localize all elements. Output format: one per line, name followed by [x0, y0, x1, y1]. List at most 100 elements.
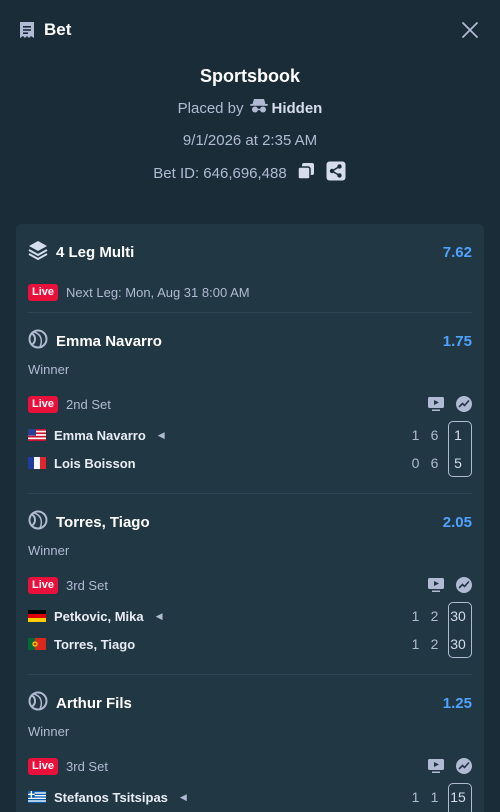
- leg-market: Winner: [28, 724, 70, 739]
- header-title-wrap: Bet: [18, 20, 71, 40]
- leg: Torres, Tiago 2.05 Winner Live 3rd Set P…: [28, 494, 472, 675]
- player-info: Emma Navarro ◀: [28, 428, 165, 443]
- player-info: Torres, Tiago: [28, 637, 135, 652]
- placed-by-row: Placed by Hidden: [0, 94, 500, 122]
- multi-label: 4 Leg Multi: [56, 243, 135, 261]
- layers-icon: [28, 240, 48, 265]
- player-row: Torres, Tiago 1 2 30: [28, 630, 472, 658]
- player-info: Stefanos Tsitsipas ◀: [28, 790, 187, 805]
- multi-header: 4 Leg Multi 7.62: [28, 224, 472, 280]
- leg-actions: [428, 758, 472, 774]
- stats-icon[interactable]: [456, 396, 472, 412]
- bet-slip-icon: [18, 21, 36, 39]
- set-score: 2: [430, 636, 439, 652]
- live-badge: Live: [28, 283, 59, 301]
- tennis-ball-icon: [28, 510, 48, 535]
- leg-set: 3rd Set: [66, 758, 108, 774]
- player-name: Lois Boisson: [54, 455, 136, 471]
- leg-actions: [428, 396, 472, 412]
- serving-icon: ◀: [179, 791, 187, 802]
- leg-odds: 1.75: [442, 332, 472, 350]
- live-stream-icon[interactable]: [428, 397, 444, 411]
- leg-selection[interactable]: Arthur Fils: [56, 695, 132, 712]
- player-info: Petkovic, Mika ◀: [28, 609, 163, 624]
- serving-icon: ◀: [157, 429, 165, 440]
- player-name: Petkovic, Mika: [54, 608, 144, 624]
- player-row: Lois Boisson 0 6 5: [28, 449, 472, 477]
- live-stream-icon[interactable]: [428, 578, 444, 592]
- set-score: 1: [411, 789, 420, 805]
- current-score-box: [448, 602, 472, 658]
- leg-market: Winner: [28, 543, 70, 558]
- current-score-box: [448, 421, 472, 477]
- copy-icon: [296, 162, 315, 184]
- leg-status-row: Live 3rd Set: [28, 574, 472, 596]
- leg: Arthur Fils 1.25 Winner Live 3rd Set Ste…: [28, 675, 472, 812]
- header: Bet: [0, 0, 500, 60]
- player-name: Stefanos Tsitsipas: [54, 789, 168, 805]
- leg-actions: [428, 577, 472, 593]
- set-score: 6: [430, 427, 439, 443]
- incognito-icon: [249, 98, 268, 118]
- player-info: Lois Boisson: [28, 456, 136, 471]
- placed-by-label: Placed by: [177, 99, 244, 117]
- set-score: 0: [411, 455, 420, 471]
- leg-title-wrap: Torres, Tiago: [28, 510, 150, 535]
- flag-us-icon: [28, 429, 46, 441]
- tennis-ball-icon: [28, 329, 48, 354]
- flag-fr-icon: [28, 457, 46, 469]
- next-leg-row: Live Next Leg: Mon, Aug 31 8:00 AM: [28, 280, 472, 312]
- leg-selection[interactable]: Emma Navarro: [56, 333, 162, 350]
- leg-title-wrap: Arthur Fils: [28, 691, 132, 716]
- set-score: 1: [411, 636, 420, 652]
- tennis-ball-icon: [28, 691, 48, 716]
- set-score: 1: [430, 789, 439, 805]
- share-icon: [326, 161, 346, 185]
- flag-gr-icon: [28, 791, 46, 803]
- serving-icon: ◀: [155, 610, 163, 621]
- stats-icon[interactable]: [456, 758, 472, 774]
- bet-card: 4 Leg Multi 7.62 Live Next Leg: Mon, Aug…: [16, 224, 484, 812]
- placed-by-user: Hidden: [249, 98, 323, 118]
- bet-datetime: 9/1/2026 at 2:35 AM: [182, 132, 318, 149]
- set-score: 1: [411, 427, 420, 443]
- leg-set: 3rd Set: [66, 577, 108, 593]
- scoreboard: Petkovic, Mika ◀ 1 2 30 Torres, Tiago 1 …: [28, 602, 472, 660]
- header-title: Bet: [44, 20, 72, 39]
- copy-button[interactable]: [295, 162, 317, 184]
- share-button[interactable]: [325, 161, 347, 185]
- leg-selection[interactable]: Torres, Tiago: [56, 514, 150, 531]
- leg-status: Live 3rd Set: [28, 757, 108, 775]
- player-row: Petkovic, Mika ◀ 1 2 30: [28, 602, 472, 630]
- bet-id: Bet ID: 646,696,488: [153, 164, 287, 182]
- leg-status-row: Live 2nd Set: [28, 393, 472, 415]
- multi-title-wrap: 4 Leg Multi: [28, 240, 134, 265]
- stats-icon[interactable]: [456, 577, 472, 593]
- leg-odds: 2.05: [442, 513, 472, 531]
- set-score: 1: [411, 608, 420, 624]
- current-score-box: [448, 783, 472, 812]
- next-leg-text: Next Leg: Mon, Aug 31 8:00 AM: [66, 284, 250, 300]
- set-score: 6: [430, 455, 439, 471]
- scoreboard: Emma Navarro ◀ 1 6 1 Lois Boisson 0 6 5: [28, 421, 472, 479]
- set-score: 2: [430, 608, 439, 624]
- leg-status: Live 3rd Set: [28, 576, 108, 594]
- close-button[interactable]: [456, 16, 484, 44]
- flag-de-icon: [28, 610, 46, 622]
- player-row: Emma Navarro ◀ 1 6 1: [28, 421, 472, 449]
- provider-name: Sportsbook: [199, 66, 300, 86]
- placed-by-user-name: Hidden: [271, 99, 323, 117]
- live-stream-icon[interactable]: [428, 759, 444, 773]
- flag-pt-icon: [28, 638, 46, 650]
- multi-odds: 7.62: [442, 243, 472, 261]
- leg-set: 2nd Set: [66, 396, 111, 412]
- leg-title-wrap: Emma Navarro: [28, 329, 162, 354]
- leg-odds: 1.25: [442, 694, 472, 712]
- close-icon: [462, 22, 478, 38]
- bet-id-row: Bet ID: 646,696,488: [0, 159, 500, 187]
- bet-summary: Sportsbook Placed by Hidden 9/1/2026 at …: [0, 60, 500, 187]
- leg: Emma Navarro 1.75 Winner Live 2nd Set Em…: [28, 313, 472, 494]
- scoreboard: Stefanos Tsitsipas ◀ 1 1 15: [28, 783, 472, 812]
- leg-status: Live 2nd Set: [28, 395, 111, 413]
- player-row: Stefanos Tsitsipas ◀ 1 1 15: [28, 783, 472, 811]
